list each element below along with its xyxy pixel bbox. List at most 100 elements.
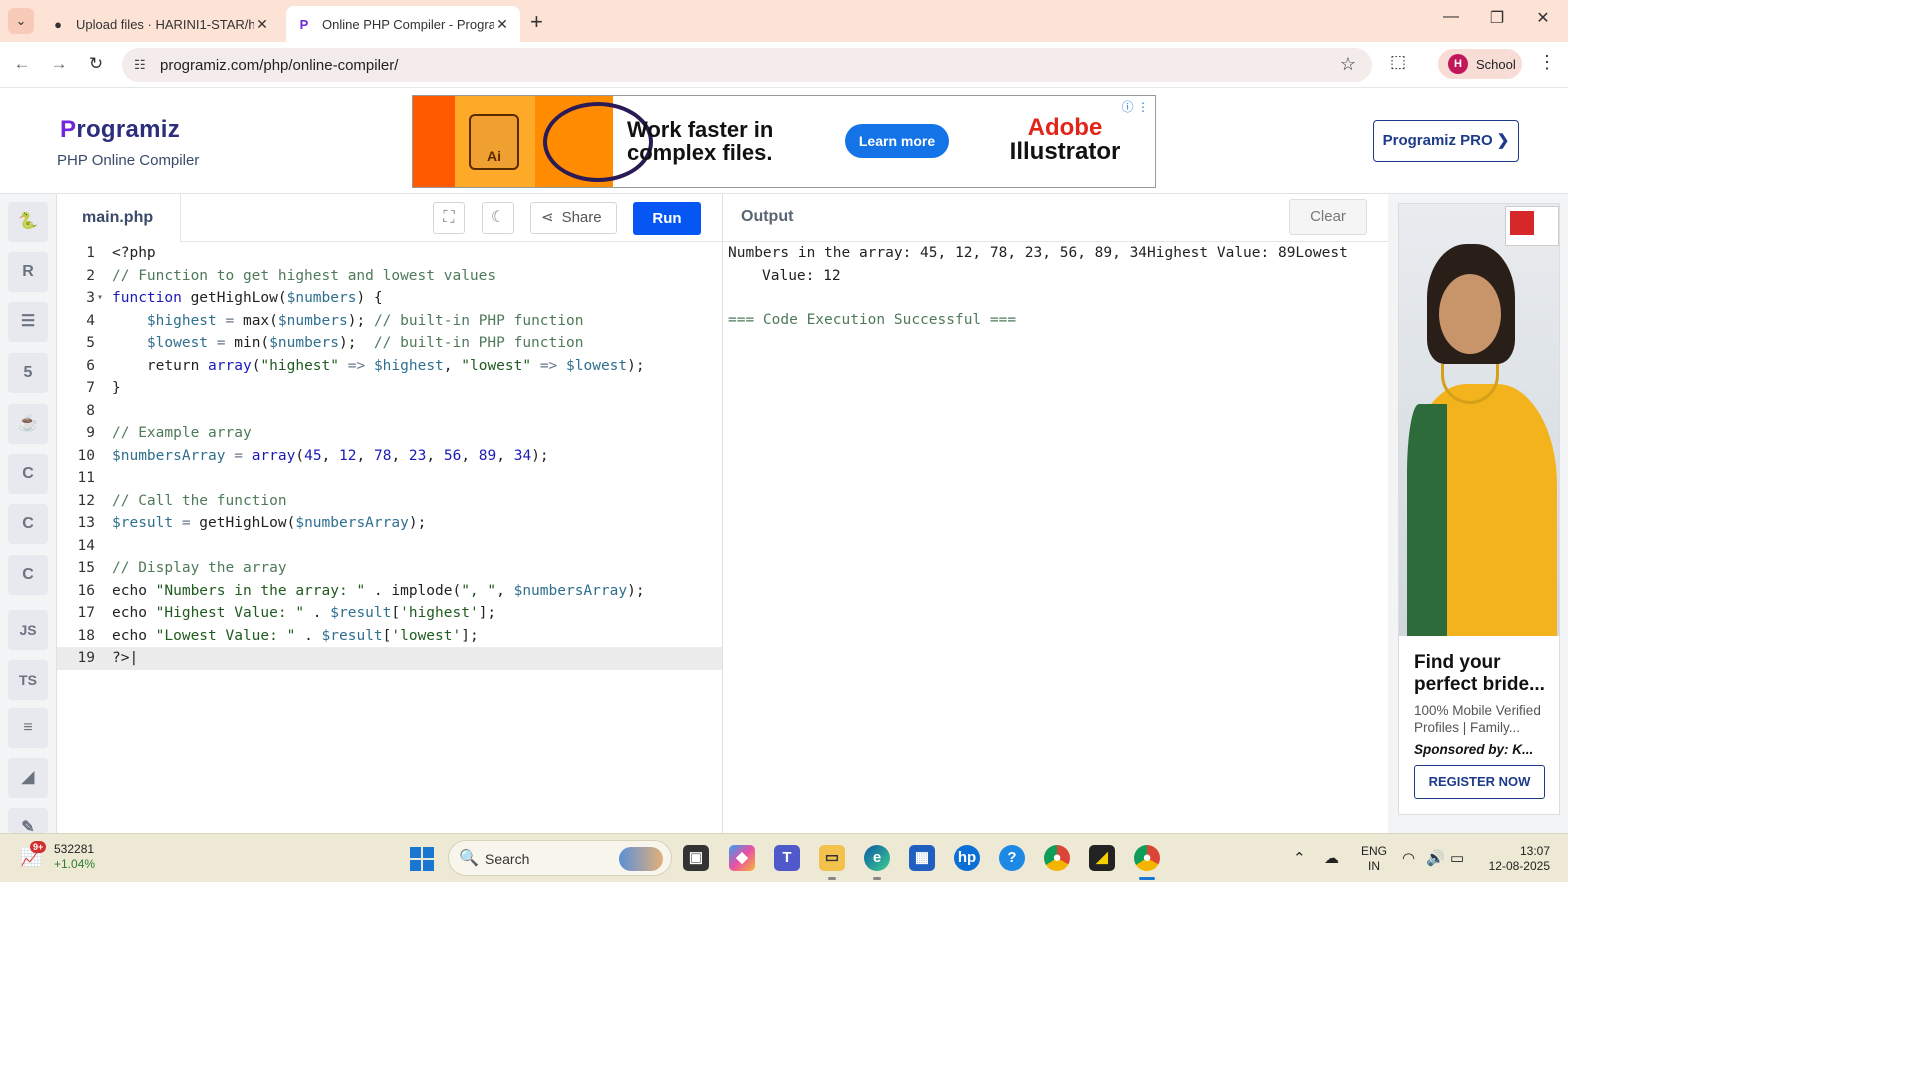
clear-button[interactable]: Clear <box>1289 199 1367 235</box>
programiz-logo[interactable]: Programiz <box>60 116 180 144</box>
ad-title: Find your perfect bride... <box>1414 652 1545 695</box>
edge-icon[interactable]: e <box>864 845 890 871</box>
store-icon[interactable]: ▦ <box>909 845 935 871</box>
close-tab-icon[interactable]: ✕ <box>254 16 270 33</box>
html-icon[interactable]: 5 <box>8 353 48 393</box>
code-line: 17 echo "Highest Value: " . $result['high… <box>77 605 497 621</box>
output-toolbar: Output Clear <box>722 194 1388 242</box>
adobe-illustrator-logo: Adobe Illustrator <box>1009 114 1121 165</box>
new-tab-button[interactable]: + <box>530 9 543 35</box>
sql-icon[interactable]: ☰ <box>8 302 48 342</box>
search-highlight-image <box>619 847 663 871</box>
code-line: 11 <box>77 470 95 486</box>
tab-upload-files[interactable]: ● Upload files · HARINI1-STAR/ht ✕ <box>40 6 280 42</box>
run-button[interactable]: Run <box>633 202 701 235</box>
minimize-button[interactable]: — <box>1436 8 1466 26</box>
forward-button[interactable]: → <box>47 54 71 74</box>
kalyan-logo <box>1505 206 1559 246</box>
learn-more-button[interactable]: Learn more <box>845 124 949 158</box>
matrimony-side-ad[interactable]: Find your perfect bride... 100% Mobile V… <box>1398 203 1560 815</box>
profile-name: School <box>1476 56 1516 72</box>
bookmark-star-icon[interactable]: ☆ <box>1340 54 1356 75</box>
c-icon[interactable]: C <box>8 454 48 494</box>
language-sidebar: 🐍 R ☰ 5 ☕ C C C JS TS ≡ ◢ ✎ <box>0 194 57 836</box>
windows-taskbar: 📈 9+ 532281 +1.04% 🔍 Search ▣ ◆ T ▭ e ▦ h… <box>0 833 1568 882</box>
reload-button[interactable]: ↻ <box>84 54 108 74</box>
r-icon[interactable]: R <box>8 252 48 292</box>
code-line: 15// Display the array <box>77 560 287 576</box>
github-icon: ● <box>54 16 62 32</box>
show-hidden-icons[interactable]: ⌃ <box>1293 849 1306 867</box>
typescript-icon[interactable]: TS <box>8 660 48 700</box>
ad-info-icon[interactable]: ⓘ ⋮ <box>1122 98 1149 115</box>
battery-icon[interactable]: ▭ <box>1450 849 1464 867</box>
close-window-button[interactable]: ✕ <box>1528 8 1558 28</box>
ad-sponsor: Sponsored by: K... <box>1414 742 1534 757</box>
clock[interactable]: 13:07 12-08-2025 <box>1484 844 1550 874</box>
fold-arrow-icon[interactable]: ▾ <box>97 287 103 310</box>
swift-icon[interactable]: ◢ <box>8 758 48 798</box>
wifi-icon[interactable]: ◠ <box>1402 849 1415 867</box>
rust-icon[interactable]: ✎ <box>8 808 48 836</box>
code-line: 8 <box>86 402 95 419</box>
go-icon[interactable]: ≡ <box>8 708 48 748</box>
java-icon[interactable]: ☕ <box>8 404 48 444</box>
extensions-icon[interactable]: ⬚ <box>1390 52 1406 72</box>
sticky-notes-icon[interactable]: ◢ <box>1089 845 1115 871</box>
code-line: 7} <box>86 380 121 396</box>
tab-search-button[interactable]: ⌄ <box>8 8 34 34</box>
avatar: H <box>1448 54 1468 74</box>
browser-tab-bar: ⌄ ● Upload files · HARINI1-STAR/ht ✕ P O… <box>0 0 1568 42</box>
bride-photo <box>1399 204 1559 636</box>
code-editor[interactable]: 1 <?php 2// Function to get highest and l… <box>57 242 722 833</box>
stock-widget[interactable]: 📈 9+ 532281 +1.04% <box>20 841 95 872</box>
javascript-icon[interactable]: JS <box>8 610 48 650</box>
teams-icon[interactable]: T <box>774 845 800 871</box>
restore-button[interactable]: ❐ <box>1482 8 1512 28</box>
tab-php-compiler[interactable]: P Online PHP Compiler - Program ✕ <box>286 6 520 42</box>
url-text[interactable]: programiz.com/php/online-compiler/ <box>160 57 398 74</box>
back-button[interactable]: ← <box>10 54 34 74</box>
file-explorer-icon[interactable]: ▭ <box>819 845 845 871</box>
cpp-icon[interactable]: C <box>8 504 48 544</box>
ad-headline: Work faster in complex files. <box>627 117 774 165</box>
csharp-icon[interactable]: C <box>8 555 48 595</box>
programiz-icon: P <box>299 16 309 32</box>
task-view-icon[interactable]: ▣ <box>683 845 709 871</box>
code-line: 12// Call the function <box>77 492 287 509</box>
register-now-button[interactable]: REGISTER NOW <box>1414 765 1545 799</box>
copilot-icon[interactable]: ◆ <box>729 845 755 871</box>
dark-mode-icon[interactable]: ☾ <box>482 202 514 234</box>
hp-icon[interactable]: hp <box>954 845 980 871</box>
code-line: 3 ▾ function getHighLow($numbers) { <box>57 287 722 310</box>
share-icon: ⋖ <box>541 209 554 226</box>
programiz-pro-button[interactable]: Programiz PRO ❯ <box>1373 120 1519 162</box>
address-bar-row: ← → ↻ ☷ programiz.com/php/online-compile… <box>0 42 1568 88</box>
share-button[interactable]: ⋖ Share <box>530 202 617 234</box>
fullscreen-icon[interactable]: ⛶ <box>433 202 465 234</box>
code-line: 16 echo "Numbers in the array: " . implod… <box>77 582 645 599</box>
site-info-icon[interactable]: ☷ <box>134 57 146 73</box>
url-omnibox[interactable]: ☷ programiz.com/php/online-compiler/ ☆ <box>122 48 1372 82</box>
page-subtitle: PHP Online Compiler <box>57 152 200 169</box>
volume-icon[interactable]: 🔊 <box>1426 849 1445 867</box>
browser-menu-icon[interactable]: ⋮ <box>1538 52 1556 73</box>
notification-badge: 9+ <box>30 841 47 853</box>
help-icon[interactable]: ? <box>999 845 1025 871</box>
chrome-profile-icon[interactable]: ● <box>1134 845 1160 871</box>
output-console: Numbers in the array: 45, 12, 78, 23, 56… <box>722 242 1388 833</box>
windows-start-icon[interactable] <box>410 847 434 871</box>
close-tab-icon[interactable]: ✕ <box>494 16 510 33</box>
code-line: 10 $numbersArray = array(45, 12, 78, 23, … <box>77 447 549 464</box>
chrome-icon[interactable]: ● <box>1044 845 1070 871</box>
profile-button[interactable]: H School <box>1438 49 1522 79</box>
taskbar-search[interactable]: 🔍 Search <box>448 840 672 876</box>
file-tab-main-php[interactable]: main.php <box>57 194 181 242</box>
editor-toolbar: main.php ⛶ ☾ ⋖ Share Run <box>57 194 722 242</box>
adobe-banner-ad[interactable]: Ai Work faster in complex files. Learn m… <box>412 95 1156 188</box>
onedrive-icon[interactable]: ☁ <box>1324 849 1339 867</box>
language-indicator[interactable]: ENG IN <box>1361 844 1387 874</box>
python-icon[interactable]: 🐍 <box>8 202 48 242</box>
code-line: 18 echo "Lowest Value: " . $result['lowes… <box>77 627 479 644</box>
search-icon: 🔍 <box>459 850 479 867</box>
